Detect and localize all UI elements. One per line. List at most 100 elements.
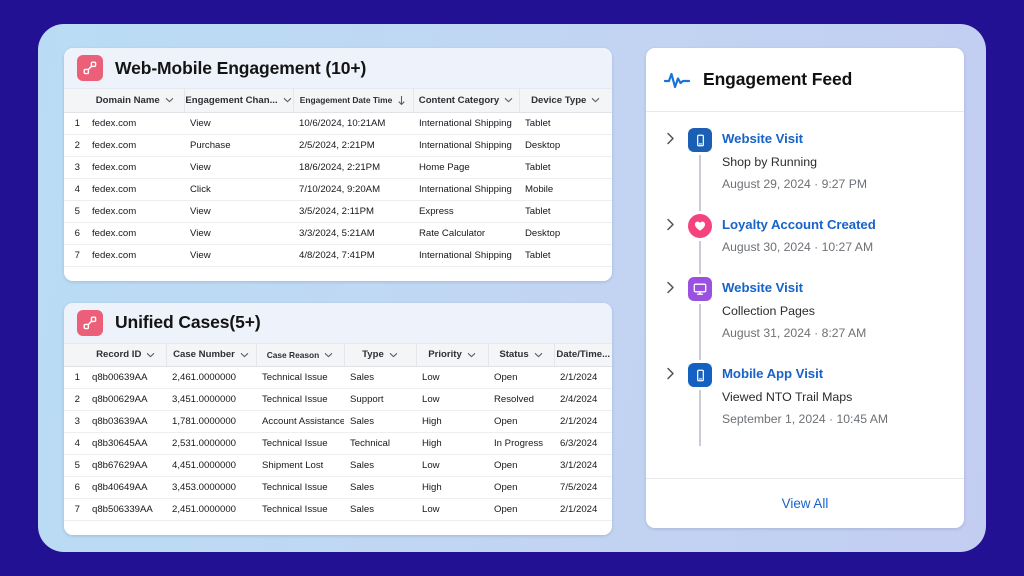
chevron-down-icon[interactable] xyxy=(504,97,513,103)
cell-record-id[interactable]: q8b00639AA xyxy=(86,366,166,389)
feed-item-timestamp: August 29, 2024 · 9:27 PM xyxy=(722,177,867,191)
column-header-status[interactable]: Status xyxy=(488,343,555,367)
cell-case-reason: Technical Issue xyxy=(256,432,344,455)
cell-engagement-date-time: 3/3/2024, 5:21AM xyxy=(293,222,413,245)
table-row[interactable]: 7 fedex.com View 4/8/2024, 7:41PM Internatio… xyxy=(64,244,612,267)
column-label: Case Number xyxy=(173,349,235,361)
cell-record-id[interactable]: q8b00629AA xyxy=(86,388,166,411)
feed-item-title[interactable]: Website Visit xyxy=(722,128,946,150)
row-index: 2 xyxy=(64,388,86,411)
cell-case-reason: Technical Issue xyxy=(256,388,344,411)
table-row[interactable]: 6 q8b40649AA 3,453.0000000 Technical Issue S… xyxy=(64,476,612,499)
chevron-down-icon[interactable] xyxy=(283,97,292,103)
cell-record-id[interactable]: q8b40649AA xyxy=(86,476,166,499)
table-row[interactable]: 3 q8b03639AA 1,781.0000000 Account Assistan… xyxy=(64,410,612,433)
chevron-right-icon[interactable] xyxy=(662,277,678,363)
chevron-down-icon[interactable] xyxy=(467,352,476,358)
column-header-engagement-channel[interactable]: Engagement Chan... xyxy=(184,89,294,113)
cell-type: Support xyxy=(344,388,416,411)
column-header-case-number[interactable]: Case Number xyxy=(166,343,257,367)
cell-priority: Low xyxy=(416,388,488,411)
row-index: 7 xyxy=(64,498,86,521)
cell-priority: High xyxy=(416,476,488,499)
feed-item[interactable]: Website Visit Shop by Running August 29, 2… xyxy=(646,128,964,214)
column-header-engagement-date-time[interactable]: Engagement Date Time xyxy=(293,89,414,113)
cell-record-id[interactable]: q8b67629AA xyxy=(86,454,166,477)
chevron-down-icon[interactable] xyxy=(324,352,333,358)
feed-item[interactable]: Mobile App Visit Viewed NTO Trail Maps Sep… xyxy=(646,363,964,449)
column-header-type[interactable]: Type xyxy=(344,343,417,367)
table-footer-spacer xyxy=(64,266,612,281)
table-row[interactable]: 7 q8b506339AA 2,451.0000000 Technical Issue… xyxy=(64,498,612,521)
column-header-priority[interactable]: Priority xyxy=(416,343,489,367)
cell-engagement-date-time: 7/10/2024, 9:20AM xyxy=(293,178,413,201)
timeline-connector xyxy=(699,241,701,274)
table-row[interactable]: 2 fedex.com Purchase 2/5/2024, 2:21PM Intern… xyxy=(64,134,612,157)
related-records-icon xyxy=(77,55,103,81)
web-mobile-engagement-card: Web-Mobile Engagement (10+) Domain Name xyxy=(64,48,612,281)
cell-content-category: Home Page xyxy=(413,156,519,179)
column-label: Priority xyxy=(428,349,462,361)
column-header-domain-name[interactable]: Domain Name xyxy=(86,89,185,113)
table-row[interactable]: 4 fedex.com Click 7/10/2024, 9:20AM Internat… xyxy=(64,178,612,201)
feed-item-content: Website Visit Collection Pages August 31, … xyxy=(722,277,946,363)
table-row[interactable]: 5 q8b67629AA 4,451.0000000 Shipment Lost Sal… xyxy=(64,454,612,477)
column-header-date-time[interactable]: Date/Time... xyxy=(554,343,612,367)
column-header-device-type[interactable]: Device Type xyxy=(519,89,612,113)
feed-item-title[interactable]: Mobile App Visit xyxy=(722,363,946,385)
cell-case-reason: Technical Issue xyxy=(256,498,344,521)
column-header-case-reason[interactable]: Case Reason xyxy=(256,343,345,367)
cell-record-id[interactable]: q8b03639AA xyxy=(86,410,166,433)
cell-case-reason: Technical Issue xyxy=(256,366,344,389)
arrow-down-icon[interactable] xyxy=(397,95,406,106)
chevron-right-icon[interactable] xyxy=(662,363,678,449)
feed-item-icon-column xyxy=(678,277,722,363)
chevron-down-icon[interactable] xyxy=(389,352,398,358)
cell-engagement-date-time: 18/6/2024, 2:21PM xyxy=(293,156,413,179)
feed-item-title[interactable]: Loyalty Account Created xyxy=(722,214,946,236)
unified-cases-table-header: Record ID Case Number Case Reason Type P… xyxy=(64,343,612,367)
chevron-right-icon[interactable] xyxy=(662,128,678,214)
chevron-down-icon[interactable] xyxy=(165,97,174,103)
cell-device-type: Desktop xyxy=(519,222,612,245)
table-row[interactable]: 2 q8b00629AA 3,451.0000000 Technical Issue S… xyxy=(64,388,612,411)
feed-item-content: Mobile App Visit Viewed NTO Trail Maps Sep… xyxy=(722,363,946,449)
table-row[interactable]: 4 q8b30645AA 2,531.0000000 Technical Issue T… xyxy=(64,432,612,455)
cell-record-id[interactable]: q8b30645AA xyxy=(86,432,166,455)
table-row[interactable]: 5 fedex.com View 3/5/2024, 2:11PM Express Tab… xyxy=(64,200,612,223)
view-all-link[interactable]: View All xyxy=(782,496,829,511)
feed-item[interactable]: Website Visit Collection Pages August 31, … xyxy=(646,277,964,363)
chevron-right-icon[interactable] xyxy=(662,214,678,277)
chevron-down-icon[interactable] xyxy=(591,97,600,103)
table-row[interactable]: 3 fedex.com View 18/6/2024, 2:21PM Home Page… xyxy=(64,156,612,179)
table-row[interactable]: 1 q8b00639AA 2,461.0000000 Technical Issue S… xyxy=(64,366,612,389)
column-label: Status xyxy=(499,349,529,361)
table-row[interactable]: 1 fedex.com View 10/6/2024, 10:21AM Internat… xyxy=(64,112,612,135)
cell-case-number: 2,451.0000000 xyxy=(166,498,256,521)
cell-case-number: 4,451.0000000 xyxy=(166,454,256,477)
mobile-phone-icon xyxy=(688,128,712,152)
column-header-record-id[interactable]: Record ID xyxy=(86,343,167,367)
cell-case-reason: Technical Issue xyxy=(256,476,344,499)
cell-domain-name: fedex.com xyxy=(86,222,184,245)
feed-item-timestamp: August 31, 2024 · 8:27 AM xyxy=(722,326,867,340)
feed-item-content: Loyalty Account Created August 30, 2024 ·… xyxy=(722,214,946,277)
table-row[interactable]: 6 fedex.com View 3/3/2024, 5:21AM Rate Calcu… xyxy=(64,222,612,245)
cell-engagement-date-time: 4/8/2024, 7:41PM xyxy=(293,244,413,267)
cell-engagement-date-time: 10/6/2024, 10:21AM xyxy=(293,112,413,135)
cell-device-type: Desktop xyxy=(519,134,612,157)
cell-date-time: 2/1/2024 xyxy=(554,410,612,433)
chevron-down-icon[interactable] xyxy=(534,352,543,358)
timeline-connector xyxy=(699,390,701,446)
chevron-down-icon[interactable] xyxy=(240,352,249,358)
feed-item[interactable]: Loyalty Account Created August 30, 2024 ·… xyxy=(646,214,964,277)
chevron-down-icon[interactable] xyxy=(146,352,155,358)
cell-content-category: International Shipping xyxy=(413,178,519,201)
mobile-phone-icon xyxy=(688,363,712,387)
column-header-content-category[interactable]: Content Category xyxy=(413,89,520,113)
cell-case-reason: Shipment Lost xyxy=(256,454,344,477)
cell-record-id[interactable]: q8b506339AA xyxy=(86,498,166,521)
feed-item-timestamp: September 1, 2024 · 10:45 AM xyxy=(722,412,888,426)
feed-item-title[interactable]: Website Visit xyxy=(722,277,946,299)
row-index: 5 xyxy=(64,454,86,477)
